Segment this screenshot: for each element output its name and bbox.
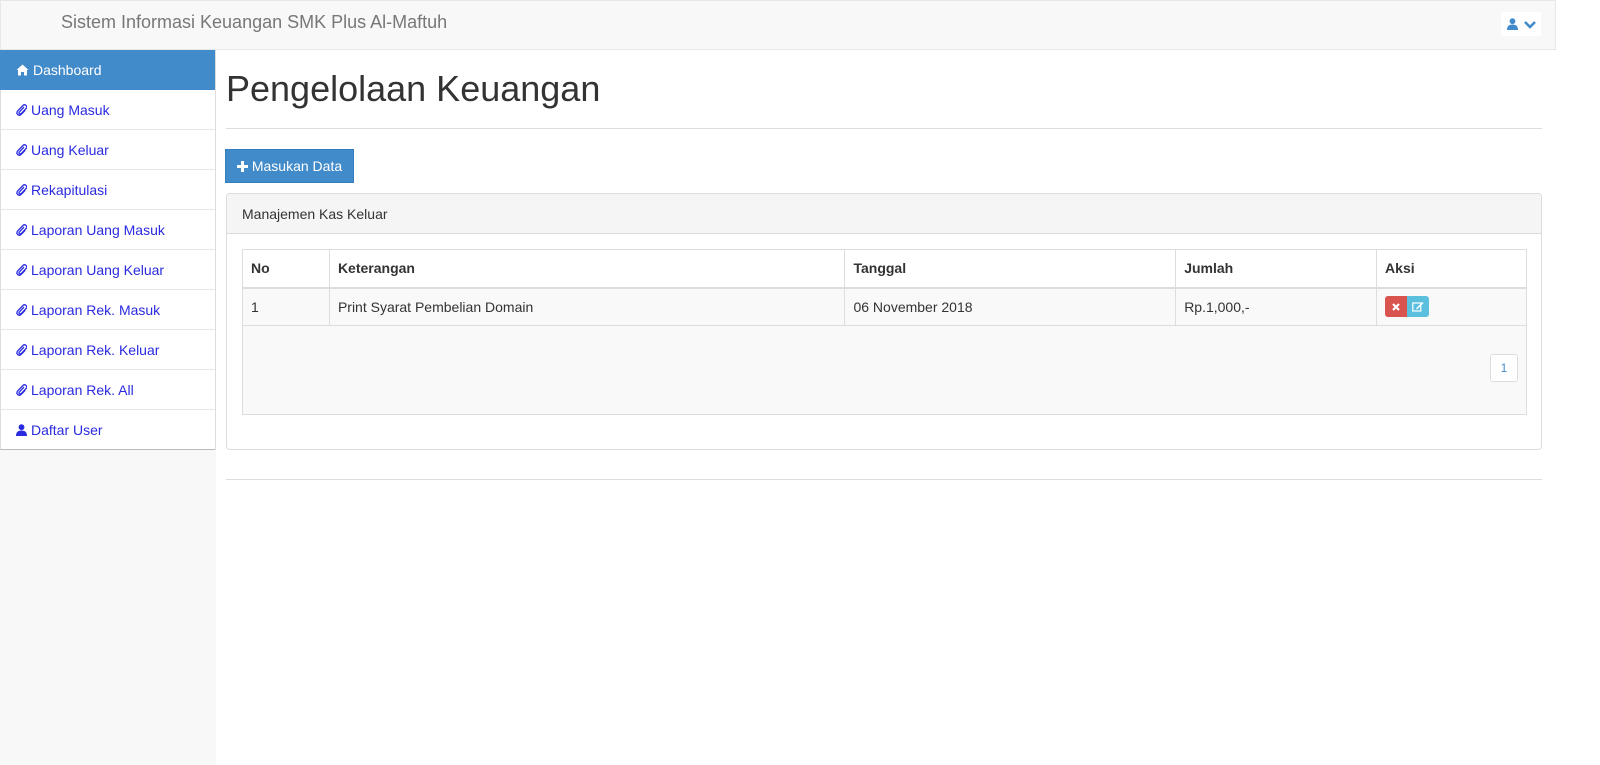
sidebar-item-rekapitulasi[interactable]: Rekapitulasi — [0, 170, 215, 210]
sidebar-item-label: Dashboard — [33, 61, 102, 78]
sidebar-item-laporan-uang-keluar[interactable]: Laporan Uang Keluar — [0, 250, 215, 290]
sidebar-item-laporan-rek-masuk[interactable]: Laporan Rek. Masuk — [0, 290, 215, 330]
row-actions — [1385, 296, 1518, 318]
sidebar-item-label: Uang Masuk — [31, 101, 110, 118]
table-container: No Keterangan Tanggal Jumlah Aksi 1 Prin… — [242, 249, 1527, 415]
divider — [226, 479, 1542, 480]
main-content: Pengelolaan Keuangan Masukan Data Manaje… — [216, 50, 1556, 765]
column-header-tanggal: Tanggal — [844, 249, 1177, 289]
top-navbar: Sistem Informasi Keuangan SMK Plus Al-Ma… — [0, 0, 1556, 50]
paperclip-icon — [16, 384, 27, 396]
sidebar-item-label: Daftar User — [31, 421, 103, 438]
page-title: Pengelolaan Keuangan — [226, 68, 601, 109]
sidebar-item-label: Uang Keluar — [31, 141, 109, 158]
close-icon — [1392, 302, 1400, 311]
paperclip-icon — [16, 224, 27, 236]
paperclip-icon — [16, 184, 27, 196]
column-header-no: No — [242, 249, 330, 289]
table-row: 1 Print Syarat Pembelian Domain 06 Novem… — [242, 287, 1527, 326]
sidebar-item-daftar-user[interactable]: Daftar User — [0, 410, 215, 450]
edit-icon — [1412, 302, 1424, 312]
add-data-button[interactable]: Masukan Data — [225, 149, 354, 183]
home-icon — [16, 64, 29, 75]
paperclip-icon — [16, 144, 27, 156]
sidebar-item-label: Laporan Rek. All — [31, 381, 134, 398]
sidebar-item-dashboard[interactable]: Dashboard — [0, 50, 215, 90]
sidebar-item-laporan-rek-keluar[interactable]: Laporan Rek. Keluar — [0, 330, 215, 370]
add-data-label: Masukan Data — [251, 158, 343, 174]
brand-title[interactable]: Sistem Informasi Keuangan SMK Plus Al-Ma… — [61, 12, 447, 33]
edit-button[interactable] — [1407, 296, 1430, 318]
sidebar-item-label: Laporan Rek. Masuk — [31, 301, 161, 318]
sidebar: Dashboard Uang Masuk Uang Keluar Rekapit… — [0, 50, 216, 765]
cell-jumlah: Rp.1,000,- — [1175, 287, 1378, 326]
sidebar-menu: Dashboard Uang Masuk Uang Keluar Rekapit… — [0, 50, 216, 450]
cell-no: 1 — [242, 287, 330, 326]
paperclip-icon — [16, 304, 27, 316]
sidebar-item-label: Laporan Uang Keluar — [31, 261, 165, 278]
sidebar-item-laporan-uang-masuk[interactable]: Laporan Uang Masuk — [0, 210, 215, 250]
cell-keterangan: Print Syarat Pembelian Domain — [328, 287, 846, 326]
plus-icon — [236, 160, 248, 172]
user-icon — [16, 423, 27, 436]
sidebar-item-label: Rekapitulasi — [31, 181, 108, 198]
paperclip-icon — [16, 104, 27, 116]
panel-title: Manajemen Kas Keluar — [227, 194, 1541, 234]
column-header-aksi: Aksi — [1376, 249, 1527, 289]
cell-tanggal: 06 November 2018 — [844, 287, 1177, 326]
pagination-page-1[interactable]: 1 — [1490, 354, 1518, 382]
data-table: No Keterangan Tanggal Jumlah Aksi 1 Prin… — [242, 249, 1527, 326]
sidebar-item-uang-masuk[interactable]: Uang Masuk — [0, 90, 215, 130]
user-icon — [1506, 18, 1518, 30]
kas-keluar-panel: Manajemen Kas Keluar No Keterangan Tangg… — [226, 193, 1542, 450]
column-header-keterangan: Keterangan — [328, 249, 846, 289]
sidebar-item-label: Laporan Uang Masuk — [31, 221, 165, 238]
paperclip-icon — [16, 344, 27, 356]
cell-aksi — [1376, 287, 1527, 326]
column-header-jumlah: Jumlah — [1175, 249, 1378, 289]
divider — [226, 128, 1542, 129]
sidebar-item-label: Laporan Rek. Keluar — [31, 341, 160, 358]
paperclip-icon — [16, 264, 27, 276]
table-header-row: No Keterangan Tanggal Jumlah Aksi — [242, 249, 1527, 289]
chevron-down-icon — [1523, 20, 1536, 29]
sidebar-item-uang-keluar[interactable]: Uang Keluar — [0, 130, 215, 170]
sidebar-item-laporan-rek-all[interactable]: Laporan Rek. All — [0, 370, 215, 410]
scrollbar-track[interactable] — [1556, 0, 1600, 765]
user-menu-toggle[interactable] — [1501, 12, 1541, 36]
delete-button[interactable] — [1385, 296, 1408, 318]
